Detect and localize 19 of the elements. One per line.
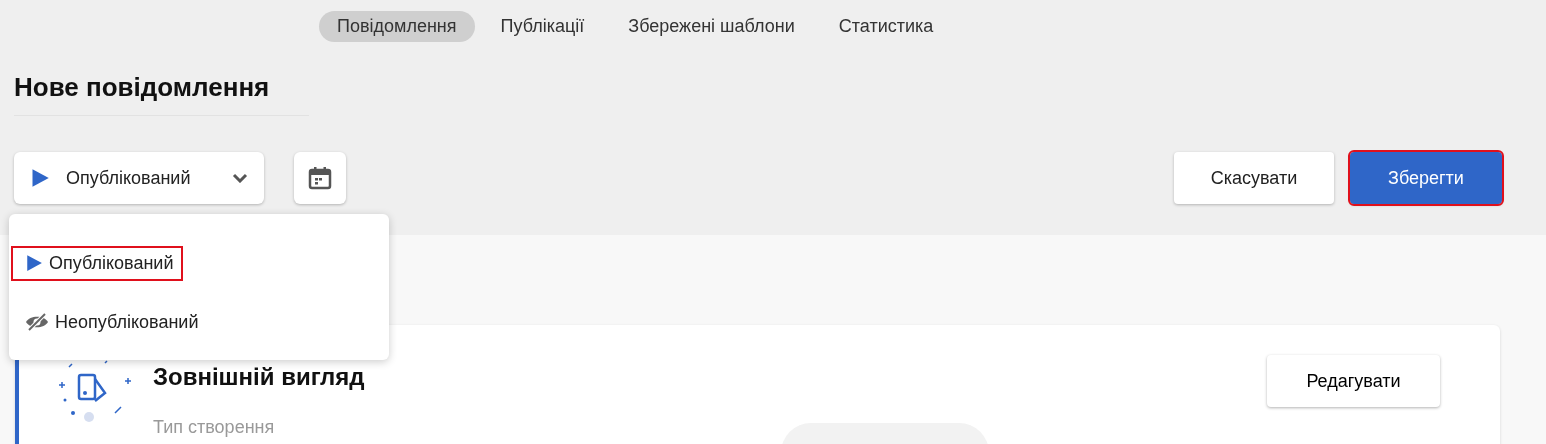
nav-tab[interactable]: Статистика	[820, 11, 952, 42]
hidden-eye-icon	[25, 312, 49, 331]
card-title: Зовнішній вигляд	[153, 363, 365, 391]
nav-tab[interactable]: Публікації	[482, 11, 603, 42]
status-option[interactable]: Опублікований	[11, 246, 184, 281]
status-option[interactable]: Неопублікований	[11, 304, 209, 339]
save-button[interactable]: Зберегти	[1350, 152, 1502, 204]
cancel-button[interactable]: Скасувати	[1174, 152, 1334, 204]
play-icon	[30, 168, 50, 188]
edit-button[interactable]: Редагувати	[1267, 355, 1440, 407]
play-icon	[25, 254, 43, 273]
chevron-icon	[232, 173, 248, 183]
calendar-icon	[308, 166, 332, 190]
calendar-button[interactable]	[294, 152, 346, 204]
field-label: Тип створення	[153, 417, 276, 438]
status-dropdown[interactable]: Опублікований	[14, 152, 264, 204]
nav-tab[interactable]: Повідомлення	[319, 11, 475, 42]
nav-tab[interactable]: Збережені шаблони	[610, 11, 813, 42]
page-title: Нове повідомлення	[14, 72, 309, 116]
